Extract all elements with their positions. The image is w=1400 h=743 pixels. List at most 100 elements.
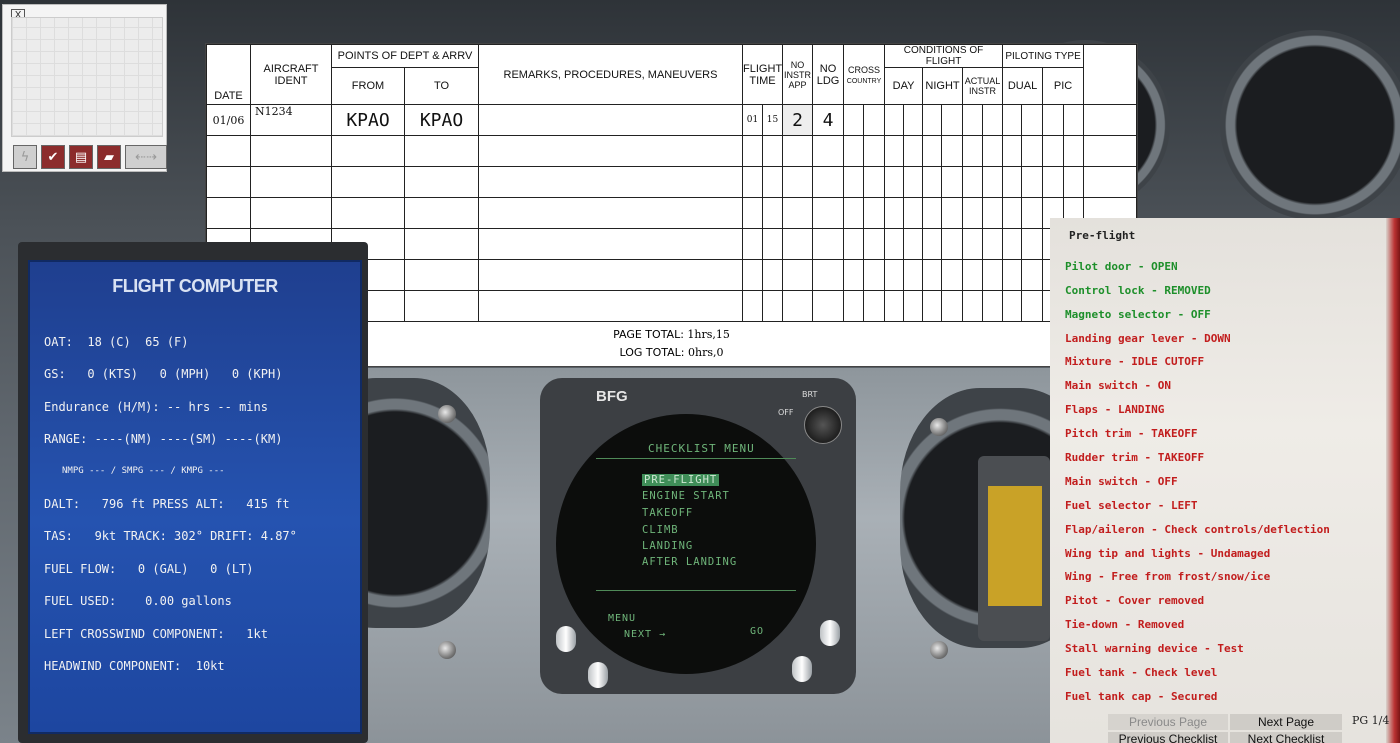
background-gauge	[1220, 30, 1400, 220]
day-header: DAY	[884, 67, 924, 105]
next-checklist-button[interactable]: Next Checklist	[1230, 732, 1342, 743]
table-row[interactable]: 01/06 N1234 KPAO KPAO 01 15 2 4	[206, 104, 1137, 136]
to-header: TO	[404, 67, 479, 105]
oat-readout: OAT: 18 (C) 65 (F)	[44, 335, 189, 349]
screw	[930, 418, 948, 436]
headwind-readout: HEADWIND COMPONENT: 10kt	[44, 659, 225, 673]
flight-computer: FLIGHT COMPUTER OAT: 18 (C) 65 (F) GS: 0…	[18, 242, 368, 743]
checklist-item[interactable]: Magneto selector - OFF	[1065, 308, 1211, 321]
checklist-item[interactable]: Fuel selector - LEFT	[1065, 499, 1197, 512]
remarks-cell[interactable]	[478, 104, 743, 136]
checklist-item[interactable]: Pitot - Cover removed	[1065, 594, 1204, 607]
next-switch[interactable]	[588, 662, 608, 688]
menu-title: CHECKLIST MENU	[648, 442, 755, 455]
menu-item-landing[interactable]: LANDING	[642, 540, 693, 552]
from-header: FROM	[331, 67, 405, 105]
paper-edge	[1386, 218, 1400, 743]
checklist-title: Pre-flight	[1069, 229, 1136, 242]
mini-panel: X ϟ ✔ ▤ ▰ ⇠⇢	[2, 4, 167, 172]
menu-item-after-landing[interactable]: AFTER LANDING	[642, 556, 737, 568]
gs-readout: GS: 0 (KTS) 0 (MPH) 0 (KPH)	[44, 367, 283, 381]
checklist-item[interactable]: Tie-down - Removed	[1065, 618, 1184, 631]
from-cell[interactable]: KPAO	[331, 104, 405, 136]
instr-app-cell[interactable]: 2	[782, 104, 814, 136]
date-header: DATE	[206, 44, 251, 105]
go-softkey-label: GO	[750, 626, 765, 637]
checklist-item[interactable]: Flap/aileron - Check controls/deflection	[1065, 523, 1330, 536]
previous-checklist-button[interactable]: Previous Checklist	[1108, 732, 1228, 743]
checklist-item[interactable]: Wing tip and lights - Undamaged	[1065, 547, 1270, 560]
checklist-item[interactable]: Landing gear lever - DOWN	[1065, 332, 1231, 345]
fuel-flow-readout: FUEL FLOW: 0 (GAL) 0 (LT)	[44, 562, 254, 576]
crosswind-readout: LEFT CROSSWIND COMPONENT: 1kt	[44, 627, 268, 641]
date-cell[interactable]: 01/06	[206, 104, 251, 136]
table-row[interactable]	[206, 166, 1137, 198]
checklist-item[interactable]: Pitch trim - TAKEOFF	[1065, 427, 1197, 440]
off-label: OFF	[778, 408, 794, 417]
tas-readout: TAS: 9kt TRACK: 302° DRIFT: 4.87°	[44, 529, 297, 543]
emergency-switch-box	[978, 456, 1050, 641]
fuel-used-readout: FUEL USED: 0.00 gallons	[44, 594, 232, 608]
instrument-panel-icon[interactable]: ▤	[69, 145, 93, 169]
screw	[438, 641, 456, 659]
panel-thumbnail[interactable]	[11, 17, 163, 137]
menu-softkey-label: MENU	[608, 613, 637, 624]
minutes-cell[interactable]: 15	[761, 104, 784, 136]
aircraft-ident-header: AIRCRAFT IDENT	[250, 44, 332, 105]
menu-switch[interactable]	[556, 626, 576, 652]
points-header: POINTS OF DEPT & ARRV	[331, 44, 479, 68]
piloting-type-header: PILOTING TYPE	[1002, 44, 1085, 68]
screw	[930, 641, 948, 659]
menu-item-takeoff[interactable]: TAKEOFF	[642, 507, 693, 519]
aircraft-cell[interactable]: N1234	[250, 104, 332, 136]
checklist-device: BFG BRT OFF CHECKLIST MENU PRE-FLIGHT EN…	[540, 378, 856, 694]
checklist-item[interactable]: Main switch - OFF	[1065, 475, 1178, 488]
mpg-readout: NMPG --- / SMPG --- / KMPG ---	[62, 466, 225, 476]
checklist-item[interactable]: Stall warning device - Test	[1065, 642, 1244, 655]
knob-switch[interactable]	[792, 656, 812, 682]
hours-cell[interactable]: 01	[742, 104, 763, 136]
landings-header: NO LDG	[812, 44, 845, 105]
brt-label: BRT	[802, 390, 818, 399]
logbook-icon[interactable]: ▰	[97, 145, 121, 169]
checklist-panel: Pre-flight Pilot door - OPEN Control loc…	[1050, 218, 1400, 743]
page-indicator: PG 1/4	[1352, 714, 1390, 727]
brightness-knob[interactable]	[804, 406, 842, 444]
checklist-item[interactable]: Wing - Free from frost/snow/ice	[1065, 570, 1270, 583]
to-cell[interactable]: KPAO	[404, 104, 479, 136]
conditions-header: CONDITIONS OF FLIGHT	[884, 44, 1004, 68]
checklist-item[interactable]: Main switch - ON	[1065, 379, 1171, 392]
screw	[438, 405, 456, 423]
checklist-item[interactable]: Pilot door - OPEN	[1065, 260, 1178, 273]
menu-item-climb[interactable]: CLIMB	[642, 524, 679, 536]
checklist-item[interactable]: Flaps - LANDING	[1065, 403, 1164, 416]
flight-time-header: FLIGHT TIME	[741, 44, 784, 105]
lightning-icon[interactable]: ϟ	[13, 145, 37, 169]
checklist-item[interactable]: Fuel tank cap - Secured	[1065, 690, 1217, 703]
checkmark-icon[interactable]: ✔	[41, 145, 65, 169]
dalt-readout: DALT: 796 ft PRESS ALT: 415 ft	[44, 497, 290, 511]
table-row[interactable]	[206, 197, 1137, 229]
actual-instr-header: ACTUAL INSTR	[962, 67, 1004, 105]
page-total-label: PAGE TOTAL:	[613, 328, 684, 341]
landings-cell[interactable]: 4	[812, 104, 845, 136]
go-switch[interactable]	[820, 620, 840, 646]
checklist-item[interactable]: Mixture - IDLE CUTOFF	[1065, 355, 1204, 368]
next-page-button[interactable]: Next Page	[1230, 714, 1342, 730]
endurance-readout: Endurance (H/M): -- hrs -- mins	[44, 400, 268, 414]
previous-page-button[interactable]: Previous Page	[1108, 714, 1228, 730]
dual-header: DUAL	[1002, 67, 1044, 105]
table-row[interactable]	[206, 135, 1137, 167]
night-header: NIGHT	[922, 67, 964, 105]
checklist-item[interactable]: Fuel tank - Check level	[1065, 666, 1217, 679]
flight-computer-screen: FLIGHT COMPUTER OAT: 18 (C) 65 (F) GS: 0…	[28, 260, 362, 734]
pic-header: PIC	[1042, 67, 1085, 105]
cross-country-header: CROSS COUNTRY	[843, 44, 886, 105]
menu-item-pre-flight[interactable]: PRE-FLIGHT	[642, 474, 720, 486]
log-total-value: 0hrs,0	[688, 346, 724, 359]
checklist-item[interactable]: Control lock - REMOVED	[1065, 284, 1211, 297]
menu-item-engine-start[interactable]: ENGINE START	[642, 490, 730, 502]
checklist-item[interactable]: Rudder trim - TAKEOFF	[1065, 451, 1204, 464]
flight-computer-title: FLIGHT COMPUTER	[112, 276, 278, 296]
navigation-arrows-icon[interactable]: ⇠⇢	[125, 145, 167, 169]
